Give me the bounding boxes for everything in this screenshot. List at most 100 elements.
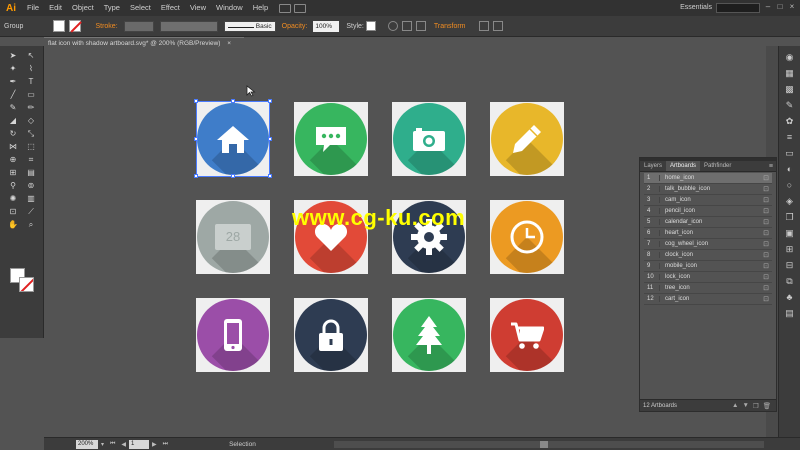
artboard-navigation-field[interactable]: 1 [129, 439, 150, 449]
stroke-panel-icon[interactable]: ≡ [784, 132, 796, 142]
resize-handle[interactable] [268, 137, 272, 141]
shape-builder-tool-icon[interactable]: ⊕ [6, 155, 20, 165]
paintbrush-tool-icon[interactable]: ✎ [6, 103, 20, 113]
distribute-icon[interactable] [415, 21, 426, 31]
transform-link[interactable]: Transform [434, 23, 466, 30]
stroke-swatch[interactable] [69, 20, 82, 32]
panel-menu-icon[interactable] [492, 21, 503, 31]
artboard-row[interactable]: 2 talk_bubble_icon ⊡ [644, 184, 772, 195]
free-transform-tool-icon[interactable]: ⬚ [24, 142, 38, 152]
minimize-icon[interactable]: – [764, 3, 772, 11]
align-icon[interactable] [401, 21, 412, 31]
paragraph-panel-icon[interactable]: ▤ [784, 308, 796, 318]
column-graph-tool-icon[interactable]: ▥ [24, 194, 38, 204]
workspace-switcher[interactable]: Essentials [680, 4, 712, 11]
artboard-row[interactable]: 10 lock_icon ⊡ [644, 272, 772, 283]
artboard-row-name[interactable]: pencil_icon [659, 208, 760, 214]
artboard-row-name[interactable]: cart_icon [659, 296, 760, 302]
blend-tool-icon[interactable]: ⊚ [24, 181, 38, 191]
stroke-indicator[interactable] [19, 277, 34, 292]
stroke-label[interactable]: Stroke: [95, 23, 117, 30]
zoom-tool-icon[interactable]: ⌕ [24, 220, 38, 230]
tab-artboards[interactable]: Artboards [666, 161, 701, 171]
stroke-weight-dropdown[interactable] [123, 20, 154, 32]
resize-handle[interactable] [194, 99, 198, 103]
color-panel-icon[interactable]: ◉ [784, 52, 796, 62]
rotate-tool-icon[interactable]: ↻ [6, 129, 20, 139]
menu-edit[interactable]: Edit [44, 0, 67, 16]
resize-handle[interactable] [194, 137, 198, 141]
gradient-tool-icon[interactable]: ▤ [24, 168, 38, 178]
tab-layers[interactable]: Layers [640, 161, 666, 171]
hand-tool-icon[interactable]: ✋ [6, 220, 20, 230]
artboard-options-icon[interactable]: ⊡ [760, 207, 772, 215]
tab-pathfinder[interactable]: Pathfinder [700, 161, 735, 171]
zoom-level-field[interactable]: 200% [76, 439, 98, 449]
perspective-grid-tool-icon[interactable]: ⌗ [24, 155, 38, 165]
symbol-sprayer-tool-icon[interactable]: ✺ [6, 194, 20, 204]
artboard-row[interactable]: 9 mobile_icon ⊡ [644, 261, 772, 272]
line-tool-icon[interactable]: ╱ [6, 90, 20, 100]
artboard-row-name[interactable]: home_icon [659, 175, 760, 181]
artboard-camera[interactable] [392, 102, 466, 176]
eraser-tool-icon[interactable]: ◇ [24, 116, 38, 126]
menu-help[interactable]: Help [248, 0, 273, 16]
selection-bounding-box[interactable] [194, 99, 272, 178]
artboard-options-icon[interactable]: ⊡ [760, 251, 772, 259]
artboard-pencil[interactable] [490, 102, 564, 176]
artboard-clock[interactable] [490, 200, 564, 274]
bridge-icon[interactable] [279, 3, 292, 13]
opacity-input[interactable]: 100% [313, 20, 340, 32]
color-guide-icon[interactable]: ▦ [784, 68, 796, 78]
artboard-options-icon[interactable]: ⊡ [760, 174, 772, 182]
align-panel-icon[interactable]: ⊟ [784, 260, 796, 270]
artboard-row[interactable]: 11 tree_icon ⊡ [644, 283, 772, 294]
artboard-tool-icon[interactable]: ⊡ [6, 207, 20, 217]
width-tool-icon[interactable]: ⋈ [6, 142, 20, 152]
opacity-label[interactable]: Opacity: [282, 23, 308, 30]
maximize-icon[interactable]: □ [776, 3, 784, 11]
rectangle-tool-icon[interactable]: ▭ [24, 90, 38, 100]
artboard-options-icon[interactable]: ⊡ [760, 240, 772, 248]
symbols-panel-icon[interactable]: ✿ [784, 116, 796, 126]
pencil-tool-icon[interactable]: ✏ [24, 103, 38, 113]
graphic-style-swatch[interactable] [365, 21, 376, 31]
selection-tool-icon[interactable]: ➤ [6, 51, 20, 61]
type-tool-icon[interactable]: T [24, 77, 38, 87]
menu-select[interactable]: Select [125, 0, 156, 16]
direct-selection-tool-icon[interactable]: ↖ [24, 51, 38, 61]
fill-stroke-indicator[interactable] [10, 268, 36, 294]
mesh-tool-icon[interactable]: ⊞ [6, 168, 20, 178]
pathfinder-panel-icon[interactable]: ⧉ [784, 276, 796, 286]
artboards-panel-icon[interactable]: ▣ [784, 228, 796, 238]
swatches-panel-icon[interactable]: ▩ [784, 84, 796, 94]
artboard-row[interactable]: 6 heart_icon ⊡ [644, 228, 772, 239]
close-document-icon[interactable]: × [227, 40, 231, 47]
menu-object[interactable]: Object [67, 0, 99, 16]
transparency-panel-icon[interactable]: ◐ [784, 164, 796, 174]
artboard-row-name[interactable]: tree_icon [659, 285, 760, 291]
zoom-dropdown-icon[interactable]: ▾ [101, 441, 104, 448]
artboard-row[interactable]: 8 clock_icon ⊡ [644, 250, 772, 261]
resize-handle[interactable] [268, 99, 272, 103]
help-search-input[interactable] [716, 3, 760, 13]
artboard-cart[interactable] [490, 298, 564, 372]
variable-width-dropdown[interactable] [159, 20, 218, 32]
artboard-row[interactable]: 5 calendar_icon ⊡ [644, 217, 772, 228]
brushes-panel-icon[interactable]: ✎ [784, 100, 796, 110]
menu-type[interactable]: Type [99, 0, 125, 16]
menu-effect[interactable]: Effect [156, 0, 185, 16]
artboard-row[interactable]: 4 pencil_icon ⊡ [644, 206, 772, 217]
artboard-row[interactable]: 12 cart_icon ⊡ [644, 294, 772, 305]
gradient-panel-icon[interactable]: ▭ [784, 148, 796, 158]
menu-view[interactable]: View [185, 0, 211, 16]
isolate-group-icon[interactable] [478, 21, 489, 31]
graphic-styles-icon[interactable]: ◈ [784, 196, 796, 206]
blob-brush-tool-icon[interactable]: ◢ [6, 116, 20, 126]
artboard-row-name[interactable]: heart_icon [659, 230, 760, 236]
menu-file[interactable]: File [22, 0, 44, 16]
horizontal-scrollbar[interactable] [334, 441, 764, 448]
artboard-row[interactable]: 7 cog_wheel_icon ⊡ [644, 239, 772, 250]
artboard-options-icon[interactable]: ⊡ [760, 295, 772, 303]
artboard-row-name[interactable]: mobile_icon [659, 263, 760, 269]
